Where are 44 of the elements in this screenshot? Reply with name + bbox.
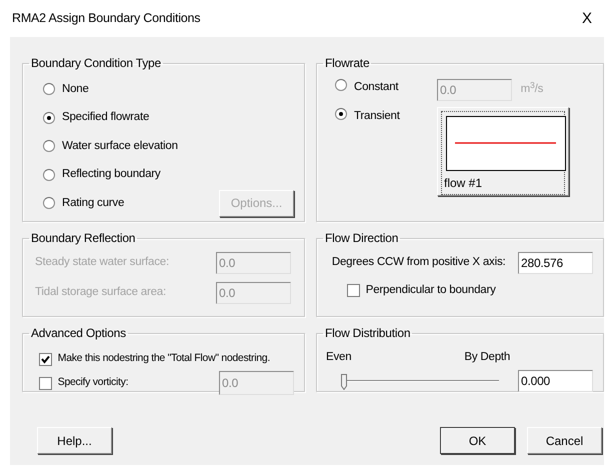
- dialog-button[interactable]: OK: [440, 427, 515, 454]
- group-title: Boundary Condition Type: [30, 57, 162, 69]
- radio-button[interactable]: [43, 168, 55, 181]
- radio-label: Water surface elevation: [62, 138, 178, 154]
- input-field[interactable]: 0.000: [518, 370, 593, 392]
- radio-label: None: [62, 82, 89, 97]
- checkbox[interactable]: [39, 352, 52, 366]
- dialog-button[interactable]: Cancel: [527, 427, 602, 454]
- group-title: Advanced Options: [30, 327, 127, 339]
- group-title: Boundary Reflection: [30, 232, 136, 244]
- radio-button[interactable]: [43, 197, 55, 210]
- radio-button[interactable]: [43, 83, 55, 96]
- group-title: Flow Distribution: [324, 327, 412, 339]
- input-field[interactable]: 280.576: [518, 252, 593, 274]
- scale-label: By Depth: [464, 350, 510, 365]
- checkbox-label: Specify vorticity:: [58, 375, 128, 390]
- field-label: Tidal storage surface area:: [35, 285, 166, 300]
- checkbox-label: Perpendicular to boundary: [366, 283, 496, 298]
- radio-button[interactable]: [335, 108, 347, 120]
- scale-label: Even: [326, 350, 352, 365]
- checkbox[interactable]: [347, 284, 360, 298]
- radio-label: Rating curve: [62, 196, 124, 211]
- radio-button[interactable]: [43, 140, 55, 152]
- curve-preview-icon: [446, 116, 566, 171]
- radio-button[interactable]: [335, 79, 347, 91]
- radio-label: Reflecting boundary: [62, 167, 160, 182]
- unit-label: m$^{3}$/s: [520, 81, 544, 98]
- radio-label: Transient: [354, 109, 400, 124]
- group-title: Flow Direction: [324, 232, 400, 244]
- curve-button[interactable]: flow #1: [437, 106, 569, 196]
- radio-label: Constant: [354, 80, 398, 95]
- field-label: Degrees CCW from positive X axis:: [332, 255, 506, 270]
- window-title: RMA2 Assign Boundary Conditions: [12, 10, 200, 28]
- field-label: Steady state water surface:: [35, 255, 169, 270]
- checkbox-label: Make this nodestring the "Total Flow" nodestring.: [58, 351, 270, 366]
- slider[interactable]: [341, 374, 499, 388]
- curve-label: flow #1: [444, 174, 484, 192]
- slider-thumb[interactable]: [341, 374, 347, 390]
- dialog-button[interactable]: Help...: [37, 427, 112, 454]
- radio-button[interactable]: [43, 112, 55, 124]
- close-button[interactable]: X: [582, 11, 592, 26]
- radio-label: Specified flowrate: [62, 110, 150, 126]
- group-title: Flowrate: [324, 57, 370, 69]
- checkbox[interactable]: [39, 376, 52, 390]
